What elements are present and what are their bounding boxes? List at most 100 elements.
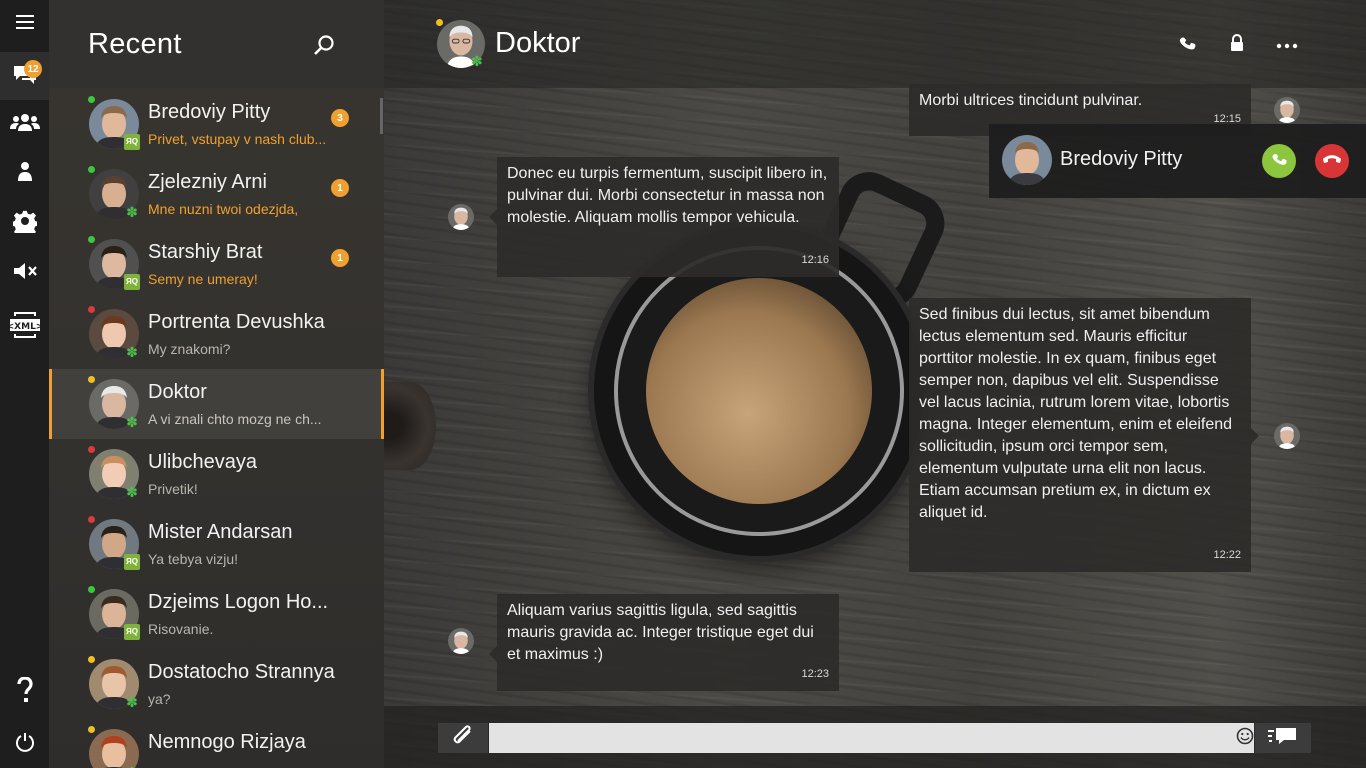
coffee bbox=[646, 278, 872, 504]
mute-button[interactable] bbox=[0, 249, 49, 297]
contact-name: Mister Andarsan bbox=[148, 521, 293, 543]
status-dot bbox=[88, 516, 95, 523]
contact-name: Ulibchevaya bbox=[148, 451, 257, 473]
network-icon: ЯQ bbox=[124, 554, 140, 570]
caller-face bbox=[1002, 135, 1052, 185]
chat-header: ✽ Doktor bbox=[384, 0, 1366, 88]
lock-icon bbox=[1230, 33, 1244, 57]
groups-icon bbox=[9, 112, 40, 137]
contact-name: Dzjeims Logon Ho... bbox=[148, 591, 329, 613]
avatar[interactable] bbox=[1274, 97, 1300, 123]
contact-button[interactable] bbox=[0, 149, 49, 197]
contact-item[interactable]: ЯQ Dzjeims Logon Ho... Risovanie. bbox=[49, 579, 384, 649]
contact-preview: Mne nuzni twoi odezjda, bbox=[148, 201, 299, 217]
settings-button[interactable] bbox=[0, 199, 49, 247]
power-icon bbox=[15, 732, 35, 757]
message-bubble[interactable]: Donec eu turpis fermentum, suscipit libe… bbox=[489, 157, 839, 277]
groups-button[interactable] bbox=[0, 100, 49, 148]
hang-up-icon bbox=[1322, 152, 1342, 170]
contact-item[interactable]: ✽ Portrenta Devushka My znakomi? bbox=[49, 299, 384, 369]
more-button[interactable] bbox=[1275, 33, 1299, 57]
recent-header: Recent bbox=[49, 0, 384, 88]
more-icon bbox=[1276, 36, 1298, 54]
contact-item[interactable]: ЯQ Bredoviy Pitty Privet, vstupay v nash c… bbox=[49, 89, 384, 159]
avatar bbox=[89, 729, 139, 768]
contact-icon bbox=[17, 161, 33, 186]
status-dot bbox=[88, 656, 95, 663]
contact-name: Zjelezniy Arni bbox=[148, 171, 267, 193]
smiley-icon bbox=[1236, 727, 1254, 750]
contact-name: Dostatocho Strannya bbox=[148, 661, 335, 683]
menu-icon bbox=[15, 14, 34, 34]
contact-name: Starshiy Brat bbox=[148, 241, 263, 263]
chats-badge: 12 bbox=[24, 60, 42, 78]
contact-preview: Ya tebya vizju! bbox=[148, 551, 239, 567]
contact-preview: Privet, vstupay v nash club... bbox=[148, 131, 327, 147]
mute-icon bbox=[12, 261, 38, 286]
help-button[interactable] bbox=[0, 668, 49, 716]
contact-item[interactable]: ✽ Ulibchevaya Privetik! bbox=[49, 439, 384, 509]
call-button[interactable] bbox=[1175, 33, 1199, 57]
wood-knot bbox=[384, 382, 436, 470]
network-icon: ЯQ bbox=[124, 134, 140, 150]
incoming-call-popup: Bredoviy Pitty bbox=[989, 124, 1366, 198]
caller-name: Bredoviy Pitty bbox=[1060, 148, 1183, 170]
emoji-button[interactable] bbox=[1236, 727, 1254, 750]
send-button[interactable] bbox=[1255, 723, 1311, 753]
accept-call-button[interactable] bbox=[1262, 144, 1296, 178]
doktor-face bbox=[1274, 97, 1300, 123]
doktor-face bbox=[1274, 423, 1300, 449]
message-input-bar bbox=[384, 706, 1366, 768]
contact-item[interactable]: ✽ Nemnogo Rizjaya bbox=[49, 719, 384, 768]
contact-item[interactable]: ✽ Zjelezniy Arni Mne nuzni twoi odezjda, 1 bbox=[49, 159, 384, 229]
avatar[interactable] bbox=[1274, 423, 1300, 449]
power-button[interactable] bbox=[0, 720, 49, 768]
message-input[interactable] bbox=[489, 723, 1254, 753]
contact-item[interactable]: ✽ Doktor A vi znali chto mozg ne ch... bbox=[49, 369, 384, 439]
doktor-face bbox=[448, 204, 474, 230]
contact-item[interactable]: ЯQ Mister Andarsan Ya tebya vizju! bbox=[49, 509, 384, 579]
contact-item[interactable]: ЯQ Starshiy Brat Semy ne umeray! 1 bbox=[49, 229, 384, 299]
status-dot bbox=[436, 19, 443, 26]
status-dot bbox=[88, 376, 95, 383]
lock-button[interactable] bbox=[1225, 33, 1249, 57]
message-time: 12:22 bbox=[1213, 549, 1241, 561]
decline-call-button[interactable] bbox=[1315, 144, 1349, 178]
message-text: Morbi ultrices tincidunt pulvinar. bbox=[919, 92, 1143, 109]
phone-icon bbox=[1269, 149, 1289, 174]
status-dot bbox=[88, 236, 95, 243]
xml-icon: <XML> bbox=[9, 312, 40, 338]
contact-name: Bredoviy Pitty bbox=[148, 101, 271, 123]
avatar[interactable] bbox=[448, 628, 474, 654]
message-bubble[interactable]: Sed finibus dui lectus, sit amet bibendu… bbox=[909, 298, 1259, 572]
chats-button[interactable]: 12 bbox=[0, 52, 49, 100]
xml-button[interactable]: <XML> bbox=[0, 301, 49, 349]
message-time: 12:16 bbox=[801, 254, 829, 266]
status-dot bbox=[88, 166, 95, 173]
message-time: 12:23 bbox=[801, 668, 829, 680]
message-text: Sed finibus dui lectus, sit amet bibendu… bbox=[919, 306, 1233, 521]
attach-button[interactable] bbox=[438, 723, 488, 753]
search-button[interactable] bbox=[313, 34, 337, 58]
left-rail: 12 <XML> bbox=[0, 0, 49, 768]
message-bubble[interactable]: Aliquam varius sagittis ligula, sed sagi… bbox=[489, 594, 839, 691]
unread-badge: 3 bbox=[331, 109, 349, 127]
icq-icon: ✽ bbox=[471, 53, 483, 69]
contact-name: Portrenta Devushka bbox=[148, 311, 325, 333]
search-icon bbox=[313, 35, 335, 60]
icq-icon: ✽ bbox=[126, 204, 138, 220]
icq-icon: ✽ bbox=[126, 694, 138, 710]
avatar bbox=[1002, 135, 1052, 185]
svg-text:<XML>: <XML> bbox=[10, 322, 40, 332]
contact-preview: Privetik! bbox=[148, 481, 198, 497]
unread-badge: 1 bbox=[331, 179, 349, 197]
avatar[interactable] bbox=[448, 204, 474, 230]
menu-button[interactable] bbox=[0, 0, 49, 48]
unread-badge: 1 bbox=[331, 249, 349, 267]
status-dot bbox=[88, 726, 95, 733]
status-dot bbox=[88, 446, 95, 453]
status-dot bbox=[88, 306, 95, 313]
chat-title: Doktor bbox=[495, 27, 581, 59]
contact-item[interactable]: ✽ Dostatocho Strannya ya? bbox=[49, 649, 384, 719]
help-icon bbox=[16, 675, 34, 708]
